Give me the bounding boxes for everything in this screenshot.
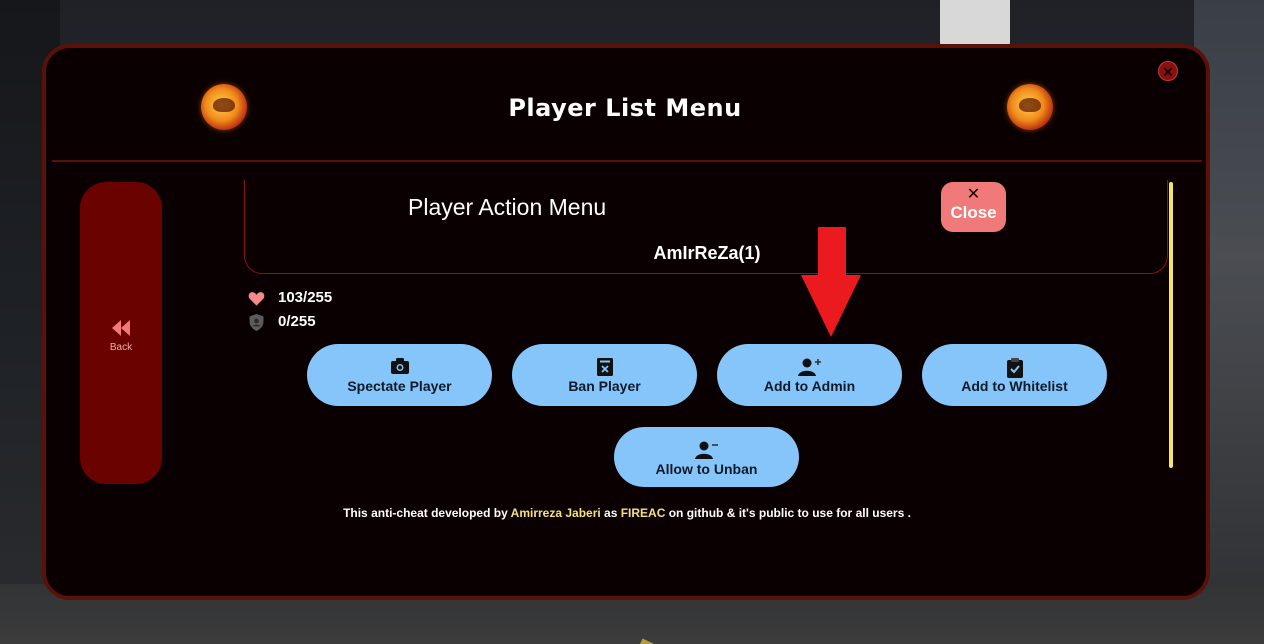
fireac-logo-left: [201, 84, 247, 130]
red-arrow-annotation: [801, 227, 861, 337]
close-button-label: Close: [950, 203, 997, 222]
camera-icon: [307, 358, 492, 376]
header-divider: [52, 160, 1202, 162]
footer-project: FIREAC: [620, 506, 666, 520]
heart-icon: [248, 292, 265, 306]
add-to-admin-label: Add to Admin: [763, 378, 856, 394]
rewind-icon: [112, 320, 130, 336]
close-icon: ✕: [966, 186, 981, 203]
footer-author: Amirreza Jaberi: [510, 506, 601, 520]
footer-middle: as: [600, 506, 621, 520]
scrollbar[interactable]: [1169, 182, 1173, 468]
health-value: 103/255: [278, 289, 333, 306]
add-to-admin-button[interactable]: Add to Admin: [717, 344, 902, 406]
panel-title: Player List Menu: [508, 94, 742, 122]
clipboard-check-icon: [922, 358, 1107, 378]
shield-user-icon: [249, 314, 264, 331]
ban-icon: [512, 358, 697, 376]
spectate-player-label: Spectate Player: [347, 378, 452, 394]
window-close-icon[interactable]: ✕: [1158, 61, 1178, 81]
footer-suffix: on github & it's public to use for all u…: [665, 506, 911, 520]
allow-to-unban-button[interactable]: Allow to Unban: [614, 427, 799, 487]
armor-value: 0/255: [278, 313, 316, 330]
footer-credits: This anti-cheat developed by Amirreza Ja…: [200, 506, 1054, 520]
spectate-player-button[interactable]: Spectate Player: [307, 344, 492, 406]
section-title: Player Action Menu: [408, 194, 607, 220]
background-tower: [940, 0, 1010, 50]
ban-player-label: Ban Player: [568, 378, 641, 394]
ban-player-button[interactable]: Ban Player: [512, 344, 697, 406]
back-label: Back: [109, 342, 133, 353]
footer-prefix: This anti-cheat developed by: [343, 506, 511, 520]
add-to-whitelist-button[interactable]: Add to Whitelist: [922, 344, 1107, 406]
allow-to-unban-label: Allow to Unban: [655, 461, 758, 477]
close-button[interactable]: ✕ Close: [941, 182, 1006, 232]
fireac-logo-right: [1007, 84, 1053, 130]
user-minus-icon: [614, 441, 799, 459]
add-to-whitelist-label: Add to Whitelist: [961, 378, 1068, 394]
user-plus-icon: [717, 358, 902, 376]
